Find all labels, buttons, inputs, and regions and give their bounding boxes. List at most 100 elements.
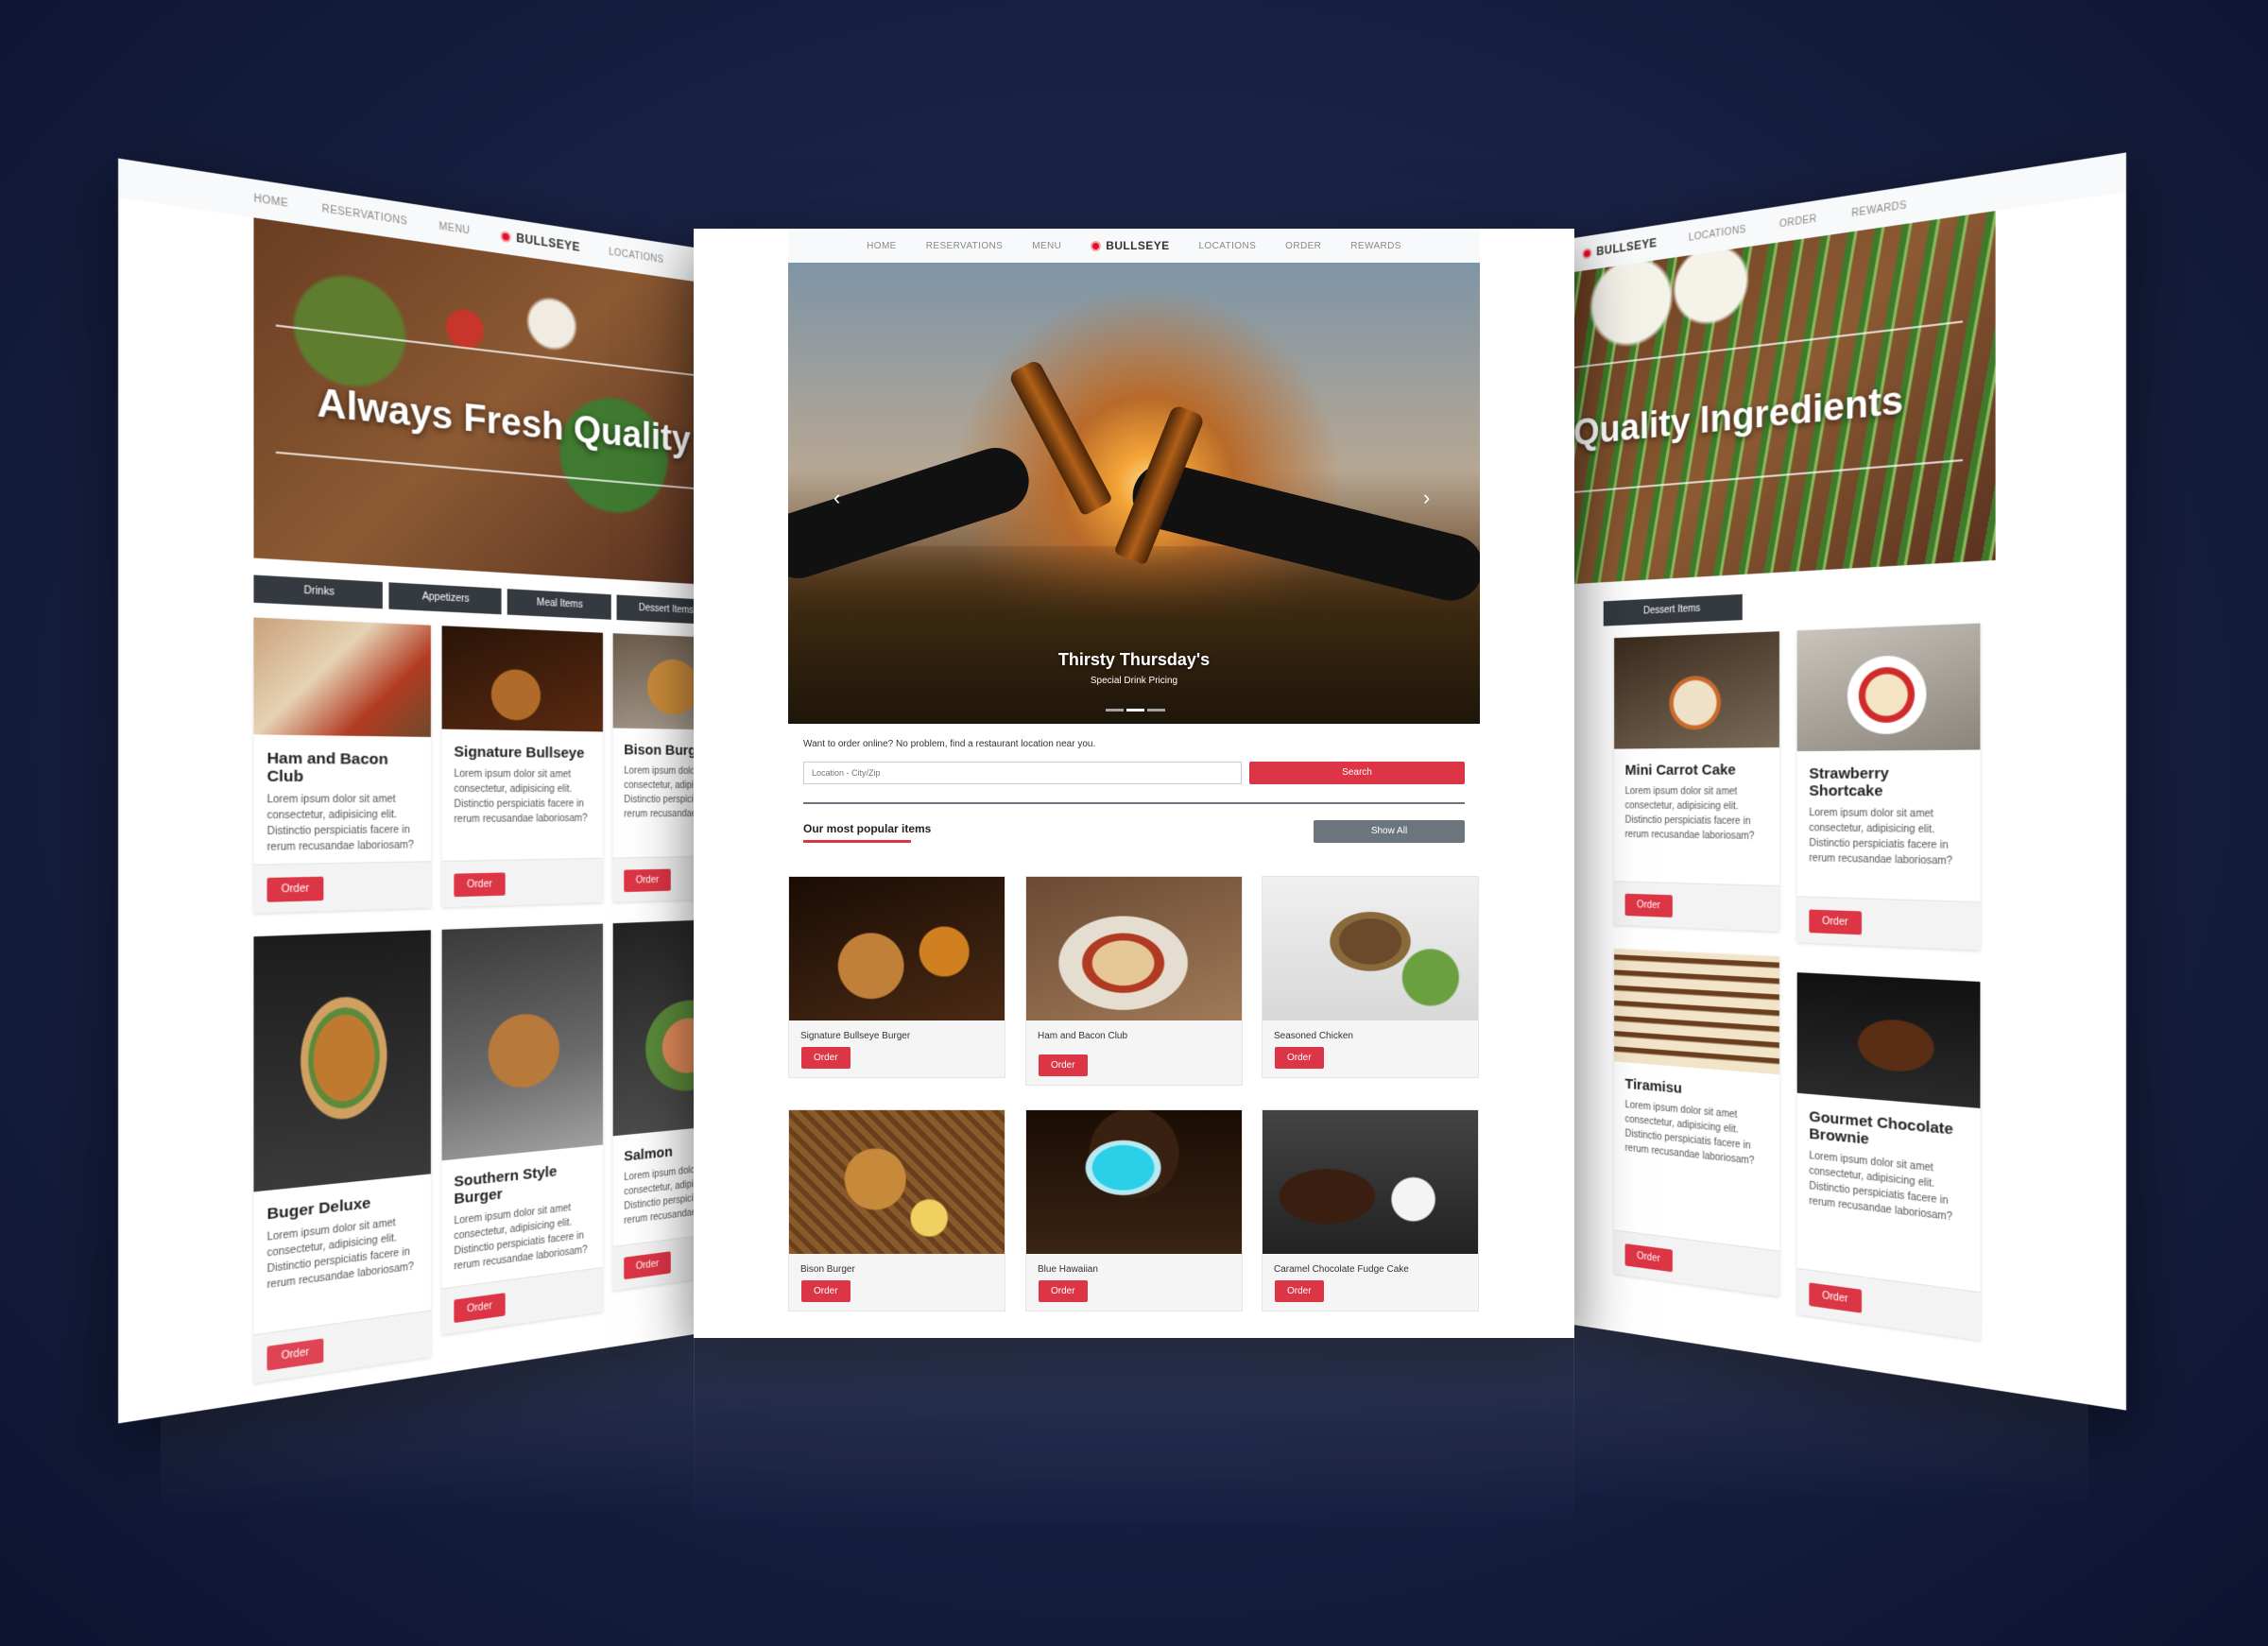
southern-style-burger-image [442,924,603,1161]
card-title: Salmon [624,1136,695,1165]
popular-item-card: Seasoned Chicken Order [1262,876,1479,1078]
card-footer: Order [1797,896,1981,950]
card-description: Lorem ipsum dolor sit amet consectetur, … [1625,1098,1768,1171]
ham-bacon-club-image [253,618,430,737]
nav-home[interactable]: HOME [867,241,897,251]
location-input[interactable] [803,762,1242,784]
order-button[interactable]: Order [267,1338,323,1370]
card-description: Lorem ipsum dolor sit amet consectetur, … [1809,806,1967,870]
order-button[interactable]: Order [454,1293,505,1323]
card-footer: Order [442,1267,603,1335]
card-description: Lorem ipsum dolor sit amet consectetur, … [624,1157,695,1228]
popular-item-card: Caramel Chocolate Fudge Cake Order [1262,1109,1479,1312]
left-page-mockup: HOME RESERVATIONS MENU BULLSEYE LOCATION… [118,159,695,1424]
popular-item-card: Blue Hawaiian Order [1025,1109,1243,1312]
order-button[interactable]: Order [454,872,505,897]
order-button[interactable]: Order [801,1280,850,1302]
menu-card: Ham and Bacon Club Lorem ipsum dolor sit… [253,618,430,914]
order-button[interactable]: Order [1039,1054,1088,1076]
order-button[interactable]: Order [624,1251,670,1279]
order-button[interactable]: Order [1809,910,1861,935]
bullseye-icon [501,230,511,242]
nav-reservations[interactable]: RESERVATIONS [926,241,1004,251]
nav-rewards[interactable]: REWARDS [1851,199,1907,219]
menu-card: Southern Style Burger Lorem ipsum dolor … [442,924,603,1335]
caramel-chocolate-fudge-cake-image [1263,1110,1478,1254]
order-button[interactable]: Order [1039,1280,1088,1302]
brand-logo[interactable]: BULLSEYE [501,229,580,254]
brand-logo[interactable]: BULLSEYE [1582,236,1657,261]
bison-burger-image [613,633,695,730]
menu-card: Salmon Lorem ipsum dolor sit amet consec… [613,917,695,1291]
brand-name: BULLSEYE [1106,239,1169,252]
brand-name: BULLSEYE [1596,236,1657,259]
order-button[interactable]: Order [1809,1282,1861,1312]
hero-rule-top [276,324,695,376]
hero-rule-top [1573,320,1963,369]
order-button[interactable]: Order [801,1047,850,1069]
card-description: Lorem ipsum dolor sit amet consectetur, … [267,792,419,855]
card-title: Strawberry Shortcake [1809,764,1967,800]
nav-locations[interactable]: LOCATIONS [609,247,663,266]
nav-reservations[interactable]: RESERVATIONS [322,203,407,228]
nav-locations[interactable]: LOCATIONS [1199,241,1257,251]
hero-caption: Thirsty Thursday's [788,650,1480,670]
bullseye-icon [1091,241,1101,251]
nav-order[interactable]: ORDER [1285,241,1321,251]
card-footer: Order [613,855,695,902]
nav-locations[interactable]: LOCATIONS [1689,224,1746,244]
brand-logo[interactable]: BULLSEYE [1091,239,1169,252]
card-description: Lorem ipsum dolor sit amet consectetur, … [454,1198,592,1275]
menu-card: Bison Burger Lorem ipsum dolor sit amet … [613,633,695,901]
tab-dessert-items[interactable]: Dessert Items [617,594,695,625]
signature-bullseye-image [442,626,603,731]
nav-home[interactable]: HOME [253,193,288,210]
search-button[interactable]: Search [1249,762,1465,784]
menu-card: Tiramisu Lorem ipsum dolor sit amet cons… [1614,949,1779,1296]
card-footer: Order [442,858,603,907]
item-name: Caramel Chocolate Fudge Cake [1274,1264,1467,1275]
carousel-indicator[interactable] [1147,709,1165,712]
tab-meal-items[interactable]: Meal Items [507,589,611,620]
popular-item-card: Signature Bullseye Burger Order [788,876,1005,1078]
order-button[interactable]: Order [1625,894,1673,917]
carousel-next-icon[interactable]: › [1423,486,1430,510]
bullseye-icon [1582,248,1591,260]
card-footer: Order [1614,881,1779,932]
right-hero-heading: Quality Ingredients [1573,379,1903,454]
menu-card: Mini Carrot Cake Lorem ipsum dolor sit a… [1614,631,1779,932]
card-footer: Order [1614,1229,1779,1296]
order-button[interactable]: Order [1275,1047,1324,1069]
order-button[interactable]: Order [624,869,670,893]
card-title: Bison Burger [624,742,695,760]
nav-menu[interactable]: MENU [1032,241,1061,251]
item-name: Blue Hawaiian [1038,1264,1230,1275]
carousel-indicator[interactable] [1106,709,1124,712]
card-description: Lorem ipsum dolor sit amet consectetur, … [454,766,592,827]
center-page-mockup: HOME RESERVATIONS MENU BULLSEYE LOCATION… [694,229,1574,1338]
card-title: Ham and Bacon Club [267,749,419,785]
item-name: Bison Burger [800,1264,993,1275]
floor-reflection [694,1338,1574,1536]
tab-appetizers[interactable]: Appetizers [388,582,501,614]
salmon-image [613,917,695,1136]
carousel-prev-icon[interactable]: ‹ [833,486,840,510]
popular-item-card: Ham and Bacon Club Order [1025,876,1243,1086]
nav-order[interactable]: ORDER [1779,213,1817,230]
tab-drinks[interactable]: Drinks [253,574,382,609]
tab-dessert-items[interactable]: Dessert Items [1604,594,1743,626]
order-button[interactable]: Order [1625,1243,1673,1272]
card-footer: Order [1797,1268,1981,1341]
card-description: Lorem ipsum dolor sit amet consectetur, … [624,763,695,821]
order-button[interactable]: Order [267,877,323,902]
tiramisu-image [1614,949,1779,1074]
center-navbar: HOME RESERVATIONS MENU BULLSEYE LOCATION… [788,229,1480,263]
nav-menu[interactable]: MENU [439,221,471,237]
card-description: Lorem ipsum dolor sit amet consectetur, … [1625,784,1768,844]
show-all-button[interactable]: Show All [1314,820,1465,843]
order-button[interactable]: Order [1275,1280,1324,1302]
carousel-indicator[interactable] [1126,709,1144,712]
nav-rewards[interactable]: REWARDS [1350,241,1401,251]
card-title: Mini Carrot Cake [1625,762,1768,779]
card-title: Signature Bullseye [454,744,592,762]
